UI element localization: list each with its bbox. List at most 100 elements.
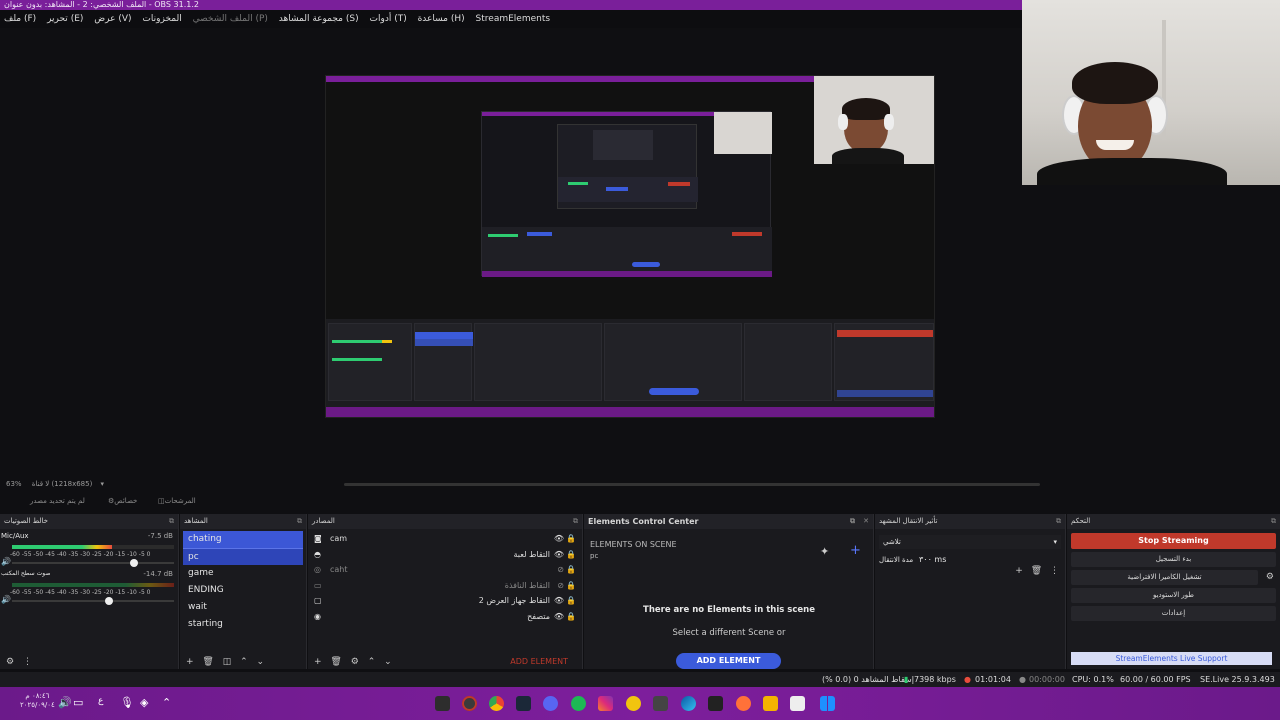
start-recording-button[interactable]: بدء التسجيل (1071, 552, 1276, 567)
zoom-level[interactable]: 63% (6, 480, 22, 488)
move-down-icon[interactable]: ⌄ (257, 657, 265, 667)
discord-icon[interactable] (543, 696, 558, 711)
menu-docks[interactable]: المخزونات (142, 10, 181, 28)
move-up-icon[interactable]: ⌃ (368, 657, 376, 667)
source-item[interactable]: ◉ متصفح 👁 🔒 (308, 609, 582, 625)
properties-button[interactable]: ⚙ خصائص (108, 493, 137, 509)
scene-item[interactable]: starting (183, 616, 303, 633)
steam-icon[interactable] (516, 696, 531, 711)
language-indicator[interactable]: ع (98, 696, 103, 706)
menu-file[interactable]: ملف (F) (4, 10, 36, 28)
chrome-icon[interactable] (489, 696, 504, 711)
edge-icon[interactable] (681, 696, 696, 711)
volume-slider-knob[interactable] (105, 597, 114, 605)
volume-slider[interactable] (12, 597, 174, 605)
obs-icon[interactable] (462, 696, 477, 711)
preview-canvas[interactable] (325, 75, 935, 418)
magic-icon[interactable]: ✦ (820, 545, 829, 558)
menu-tools[interactable]: أدوات (T) (370, 10, 407, 28)
scene-item[interactable]: chating (183, 531, 303, 548)
add-element-button[interactable]: ADD ELEMENT (676, 653, 781, 669)
calendar-icon[interactable] (708, 696, 723, 711)
source-item[interactable]: ◎ caht ⊘ 🔒 (308, 562, 582, 578)
firefox-icon[interactable] (736, 696, 751, 711)
menu-help[interactable]: مساعدة (H) (418, 10, 465, 28)
microphone-icon[interactable]: 🎙 (120, 696, 134, 709)
remove-icon[interactable]: 🗑 (1031, 566, 1042, 576)
volume-icon[interactable]: 🔊 (58, 696, 72, 709)
filter-icon[interactable]: ◫ (223, 657, 232, 667)
windows-start-icon[interactable] (820, 696, 835, 711)
more-options-icon[interactable]: ⋮ (1050, 566, 1059, 576)
lock-icon[interactable]: 🔒 (566, 547, 576, 563)
menu-streamelements[interactable]: StreamElements (476, 10, 551, 28)
tray-app-icon[interactable]: ◈ (140, 696, 148, 709)
undock-icon[interactable]: ⧉ (1056, 514, 1061, 529)
app-icon-yellow[interactable] (626, 696, 641, 711)
add-source-icon[interactable]: + (314, 657, 322, 667)
undock-icon[interactable]: ⧉ (1271, 514, 1276, 529)
chevron-up-icon[interactable]: ⌃ (162, 696, 171, 709)
add-scene-icon[interactable]: + (186, 657, 194, 667)
eye-icon[interactable]: 👁 (554, 593, 564, 609)
source-item[interactable]: ◙ cam 👁 🔒 (308, 531, 582, 547)
filters-button[interactable]: ◫ المرشحات (158, 493, 196, 509)
lock-icon[interactable]: 🔒 (566, 609, 576, 625)
undock-icon[interactable]: ⧉ (850, 514, 855, 529)
app-icon-gray[interactable] (653, 696, 668, 711)
folder-icon[interactable] (763, 696, 778, 711)
close-icon[interactable]: ✕ (863, 514, 869, 529)
lock-icon[interactable]: 🔒 (566, 562, 576, 578)
menu-profile[interactable]: الملف الشخصي (P) (193, 10, 268, 28)
scene-item[interactable]: wait (183, 599, 303, 616)
lock-icon[interactable]: 🔒 (566, 531, 576, 547)
gear-icon[interactable]: ⚙ (351, 657, 359, 667)
source-item[interactable]: ▭ التقاط النافذة ⊘ 🔒 (308, 578, 582, 594)
stop-streaming-button[interactable]: Stop Streaming (1071, 533, 1276, 549)
app-icon-terminal[interactable] (435, 696, 450, 711)
instagram-icon[interactable] (598, 696, 613, 711)
add-element-link[interactable]: ADD ELEMENT (510, 655, 568, 669)
menu-scene-collection[interactable]: مجموعة المشاهد (S) (279, 10, 359, 28)
move-up-icon[interactable]: ⌃ (240, 657, 248, 667)
undock-icon[interactable]: ⧉ (169, 514, 174, 529)
menu-edit[interactable]: تحرير (E) (47, 10, 83, 28)
chevron-down-icon[interactable]: ▾ (101, 480, 105, 488)
scene-item[interactable]: ENDING (183, 582, 303, 599)
eye-icon[interactable]: 👁 (554, 609, 564, 625)
undock-icon[interactable]: ⧉ (297, 514, 302, 529)
remove-scene-icon[interactable]: 🗑 (202, 657, 213, 667)
source-item[interactable]: ▢ التقاط جهاز العرض 2 👁 🔒 (308, 593, 582, 609)
clock[interactable]: ٠٨:٤٦ م ٢٠٢٥/٠٩/٠٤ (20, 692, 55, 710)
duration-input[interactable]: ٣٠٠ ms (919, 553, 946, 567)
lock-icon[interactable]: 🔒 (566, 578, 576, 594)
eye-icon[interactable]: 👁 (554, 547, 564, 563)
add-icon[interactable]: + (1015, 566, 1023, 576)
eye-icon[interactable]: 👁 (554, 531, 564, 547)
menu-view[interactable]: عرض (V) (94, 10, 131, 28)
eye-off-icon[interactable]: ⊘ (557, 562, 564, 578)
gear-icon[interactable]: ⚙ (6, 657, 14, 667)
source-item[interactable]: ◓ التقاط لعبة 👁 🔒 (308, 547, 582, 563)
notepad-icon[interactable] (790, 696, 805, 711)
speaker-icon[interactable]: 🔊 (1, 595, 11, 604)
lock-icon[interactable]: 🔒 (566, 593, 576, 609)
scene-item[interactable]: pc (183, 548, 303, 565)
preview-scrollbar[interactable] (344, 483, 1040, 486)
volume-slider[interactable] (12, 559, 174, 567)
virtual-camera-button[interactable]: تشغيل الكاميرا الافتراضية (1071, 570, 1258, 585)
remove-source-icon[interactable]: 🗑 (330, 657, 341, 667)
gear-icon[interactable]: ⚙ (1266, 570, 1274, 585)
undock-icon[interactable]: ⧉ (573, 514, 578, 529)
settings-button[interactable]: إعدادات (1071, 606, 1276, 621)
studio-mode-button[interactable]: طور الاستوديو (1071, 588, 1276, 603)
scene-item[interactable]: game (183, 565, 303, 582)
volume-slider-knob[interactable] (129, 559, 138, 567)
network-icon[interactable]: ▭ (73, 696, 83, 709)
add-icon[interactable]: + (850, 543, 861, 558)
move-down-icon[interactable]: ⌄ (384, 657, 392, 667)
transition-select[interactable]: تلاشي ▾ (879, 535, 1061, 549)
spotify-icon[interactable] (571, 696, 586, 711)
more-options-icon[interactable]: ⋮ (23, 657, 32, 667)
eye-off-icon[interactable]: ⊘ (557, 578, 564, 594)
